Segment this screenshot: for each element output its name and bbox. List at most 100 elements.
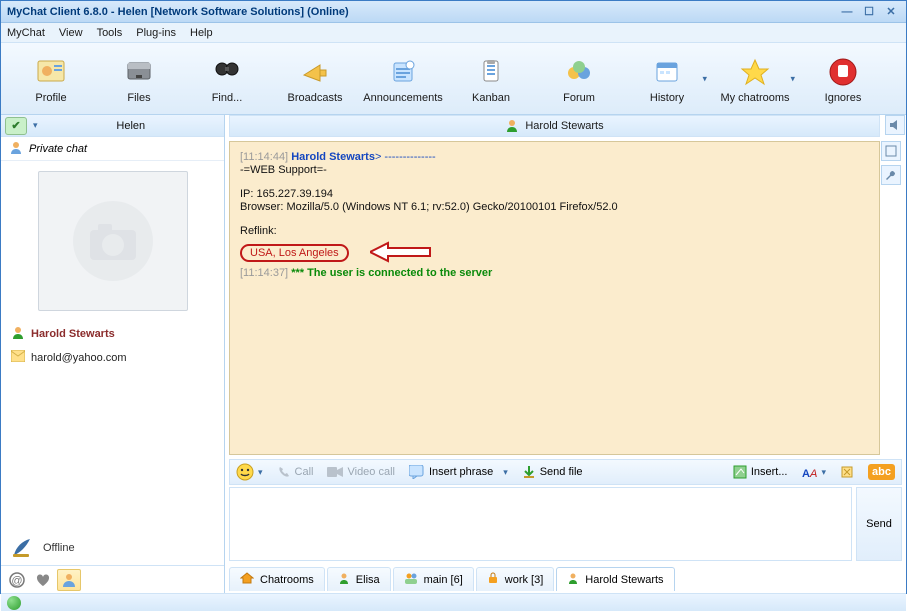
- blank-line: [240, 214, 869, 224]
- toolbar-my-chatrooms[interactable]: My chatrooms ▾: [711, 45, 799, 112]
- toolbar-broadcasts[interactable]: Broadcasts: [271, 45, 359, 112]
- kanban-icon: [473, 54, 509, 90]
- speaker-icon[interactable]: [885, 115, 905, 135]
- menu-mychat[interactable]: MyChat: [7, 27, 45, 39]
- status-bar: [1, 593, 906, 611]
- window-title: MyChat Client 6.8.0 - Helen [Network Sof…: [7, 6, 349, 18]
- current-user-name: Helen: [38, 120, 224, 132]
- tab-main[interactable]: main [6]: [393, 567, 474, 591]
- contact-name: Harold Stewarts: [31, 328, 115, 340]
- chevron-down-icon: ▾: [702, 73, 707, 84]
- clear-button[interactable]: [840, 465, 854, 479]
- tab-harold[interactable]: Harold Stewarts: [556, 567, 674, 591]
- offline-row[interactable]: Offline: [1, 531, 224, 565]
- chevron-down-icon: ▾: [258, 467, 263, 478]
- toolbar-label: My chatrooms: [720, 92, 789, 104]
- sys-timestamp: [11:14:37]: [240, 267, 288, 279]
- menu-plugins[interactable]: Plug-ins: [136, 27, 176, 39]
- toolbar-label: History: [650, 92, 684, 104]
- send-file-button[interactable]: Send file: [522, 465, 583, 479]
- star-icon: [737, 54, 773, 90]
- main-toolbar: Profile Files Find... Broadcasts Announc…: [1, 43, 906, 115]
- private-chat-section[interactable]: Private chat: [1, 137, 224, 161]
- arrow-annotation-icon: [370, 241, 440, 266]
- svg-text:@: @: [11, 575, 22, 587]
- wrench-icon[interactable]: [881, 165, 901, 185]
- toolbar-forum[interactable]: Forum: [535, 45, 623, 112]
- right-panel: Harold Stewarts [11:14:44] Harold Stewar…: [225, 115, 906, 593]
- forum-icon: [561, 54, 597, 90]
- insert-button[interactable]: Insert...: [733, 465, 788, 479]
- menu-help[interactable]: Help: [190, 27, 213, 39]
- toolbar-announcements[interactable]: Announcements: [359, 45, 447, 112]
- tab-elisa[interactable]: Elisa: [327, 567, 391, 591]
- ignores-icon: [825, 54, 861, 90]
- tab-label: Harold Stewarts: [585, 574, 663, 586]
- square-icon[interactable]: [881, 141, 901, 161]
- toolbar-label: Profile: [35, 92, 66, 104]
- toolbar-ignores[interactable]: Ignores: [799, 45, 887, 112]
- toolbar-kanban[interactable]: Kanban: [447, 45, 535, 112]
- toolbar-history[interactable]: History ▾: [623, 45, 711, 112]
- people-icon: [404, 572, 418, 587]
- chat-log[interactable]: [11:14:44] Harold Stewarts> ------------…: [229, 141, 880, 455]
- status-ok-button[interactable]: ✔: [5, 117, 27, 135]
- history-icon: [649, 54, 685, 90]
- toolbar-label: Ignores: [825, 92, 862, 104]
- contact-email: harold@yahoo.com: [31, 352, 127, 364]
- toolbar-files[interactable]: Files: [95, 45, 183, 112]
- send-label: Send: [866, 518, 892, 530]
- offline-label: Offline: [43, 542, 75, 554]
- font-button[interactable]: AA▾: [802, 465, 827, 479]
- insert-phrase-label: Insert phrase: [429, 466, 493, 478]
- blank-line: [240, 177, 869, 187]
- tab-chatrooms[interactable]: Chatrooms: [229, 567, 325, 591]
- left-header: ✔ ▾ Helen: [1, 115, 224, 137]
- geo-highlight: USA, Los Angeles: [240, 244, 349, 262]
- chevron-down-icon: ▾: [822, 467, 827, 478]
- maximize-button[interactable]: ☐: [860, 5, 878, 19]
- toolbar-profile[interactable]: Profile: [7, 45, 95, 112]
- contact-email-row[interactable]: harold@yahoo.com: [1, 346, 224, 369]
- tab-label: main [6]: [424, 574, 463, 586]
- tab-label: work [3]: [505, 574, 544, 586]
- title-bar: MyChat Client 6.8.0 - Helen [Network Sof…: [1, 1, 906, 23]
- left-bottom-icons: @: [1, 565, 224, 593]
- minimize-button[interactable]: —: [838, 5, 856, 19]
- menu-view[interactable]: View: [59, 27, 83, 39]
- contact-name-row: Harold Stewarts: [1, 321, 224, 346]
- heart-icon[interactable]: [31, 569, 55, 591]
- insert-phrase-button[interactable]: Insert phrase ▾: [409, 465, 508, 479]
- spellcheck-button[interactable]: abc: [868, 464, 895, 480]
- menu-bar: MyChat View Tools Plug-ins Help: [1, 23, 906, 43]
- tab-work[interactable]: work [3]: [476, 567, 555, 591]
- find-icon: [209, 54, 245, 90]
- send-file-label: Send file: [540, 466, 583, 478]
- toolbar-find[interactable]: Find...: [183, 45, 271, 112]
- conversation-title: Harold Stewarts: [525, 120, 603, 132]
- main-area: ✔ ▾ Helen Private chat Harold Stewarts h…: [1, 115, 906, 593]
- msg-timestamp: [11:14:44]: [240, 151, 288, 163]
- person-tab-icon[interactable]: [57, 569, 81, 591]
- video-label: Video call: [347, 466, 395, 478]
- left-panel: ✔ ▾ Helen Private chat Harold Stewarts h…: [1, 115, 225, 593]
- avatar-container: [1, 161, 224, 321]
- send-button[interactable]: Send: [856, 487, 902, 561]
- emoji-button[interactable]: ▾: [236, 463, 263, 481]
- menu-tools[interactable]: Tools: [97, 27, 123, 39]
- call-button[interactable]: Call: [277, 465, 314, 479]
- chevron-down-icon: ▾: [790, 73, 795, 84]
- sys-message: *** The user is connected to the server: [291, 267, 492, 279]
- close-button[interactable]: ✕: [882, 5, 900, 19]
- toolbar-label: Kanban: [472, 92, 510, 104]
- message-input[interactable]: [229, 487, 852, 561]
- status-online-icon[interactable]: [7, 596, 21, 610]
- side-tools-2: [880, 141, 902, 455]
- video-call-button[interactable]: Video call: [327, 466, 395, 478]
- at-icon[interactable]: @: [5, 569, 29, 591]
- side-tools: [884, 115, 906, 137]
- chevron-down-icon: ▾: [503, 467, 508, 478]
- mail-icon: [11, 350, 25, 365]
- msg-sender: Harold Stewarts: [291, 151, 375, 163]
- msg-line: -=WEB Support=-: [240, 164, 869, 176]
